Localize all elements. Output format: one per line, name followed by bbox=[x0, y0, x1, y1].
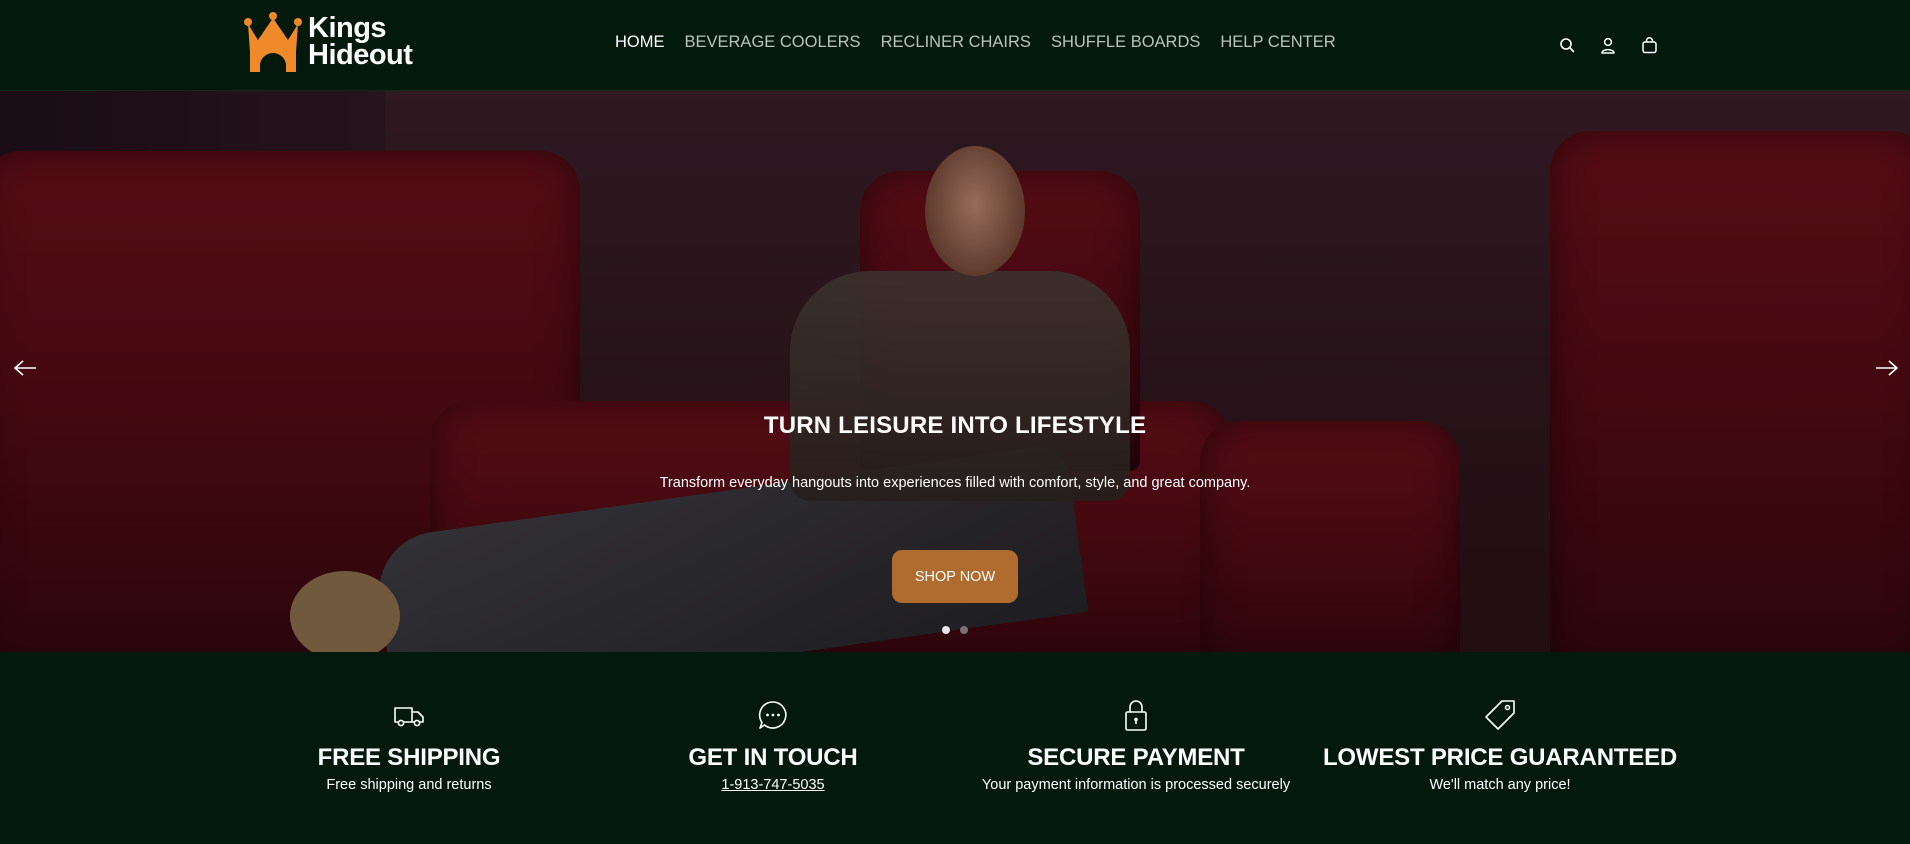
nav-item-home[interactable]: HOME bbox=[615, 33, 665, 52]
shop-now-button[interactable]: SHOP NOW bbox=[892, 550, 1018, 603]
chat-icon bbox=[756, 698, 790, 732]
feature-title: SECURE PAYMENT bbox=[1027, 744, 1245, 771]
slide-next-arrow-icon[interactable] bbox=[1872, 358, 1900, 378]
phone-link[interactable]: 1-913-747-5035 bbox=[591, 777, 955, 793]
nav-item-recliner-chairs[interactable]: RECLINER CHAIRS bbox=[881, 33, 1031, 52]
features-bar: FREE SHIPPING Free shipping and returns … bbox=[0, 652, 1910, 844]
feature-desc: Your payment information is processed se… bbox=[981, 777, 1291, 793]
feature-secure-payment: SECURE PAYMENT Your payment information … bbox=[954, 652, 1318, 793]
site-header: Kings Hideout HOME BEVERAGE COOLERS RECL… bbox=[0, 0, 1910, 91]
search-icon[interactable] bbox=[1555, 33, 1579, 57]
feature-free-shipping: FREE SHIPPING Free shipping and returns bbox=[227, 652, 591, 793]
brand-name-line1: Kings bbox=[308, 12, 387, 44]
main-nav: HOME BEVERAGE COOLERS RECLINER CHAIRS SH… bbox=[615, 33, 1356, 52]
hero-subtitle: Transform everyday hangouts into experie… bbox=[659, 475, 1251, 491]
price-tag-icon bbox=[1483, 698, 1517, 732]
slide-dot-1[interactable] bbox=[942, 626, 950, 634]
brand-name-line2: Hideout bbox=[308, 39, 413, 71]
feature-title: GET IN TOUCH bbox=[688, 744, 858, 771]
feature-desc: We'll match any price! bbox=[1429, 777, 1571, 793]
feature-lowest-price: LOWEST PRICE GUARANTEED We'll match any … bbox=[1318, 652, 1682, 793]
slide-indicators bbox=[942, 626, 968, 634]
account-icon[interactable] bbox=[1596, 33, 1620, 57]
hero-slideshow: TURN LEISURE INTO LIFESTYLE Transform ev… bbox=[0, 91, 1910, 652]
feature-get-in-touch: GET IN TOUCH 1-913-747-5035 bbox=[591, 652, 955, 793]
brand-logo[interactable]: Kings Hideout bbox=[244, 10, 413, 74]
truck-icon bbox=[392, 698, 426, 732]
slide-prev-arrow-icon[interactable] bbox=[12, 358, 40, 378]
brand-name: Kings Hideout bbox=[308, 12, 413, 71]
nav-item-shuffle-boards[interactable]: SHUFFLE BOARDS bbox=[1051, 33, 1200, 52]
feature-title: LOWEST PRICE GUARANTEED bbox=[1322, 744, 1678, 771]
slide-dot-2[interactable] bbox=[960, 626, 968, 634]
header-actions bbox=[1555, 33, 1678, 57]
feature-desc: Free shipping and returns bbox=[326, 777, 492, 793]
hero-title: TURN LEISURE INTO LIFESTYLE bbox=[763, 412, 1147, 439]
crown-logo-icon bbox=[244, 12, 302, 72]
nav-item-help-center[interactable]: HELP CENTER bbox=[1220, 33, 1335, 52]
feature-title: FREE SHIPPING bbox=[317, 744, 501, 771]
lock-icon bbox=[1119, 698, 1153, 732]
cart-icon[interactable] bbox=[1637, 33, 1661, 57]
nav-item-beverage-coolers[interactable]: BEVERAGE COOLERS bbox=[685, 33, 861, 52]
